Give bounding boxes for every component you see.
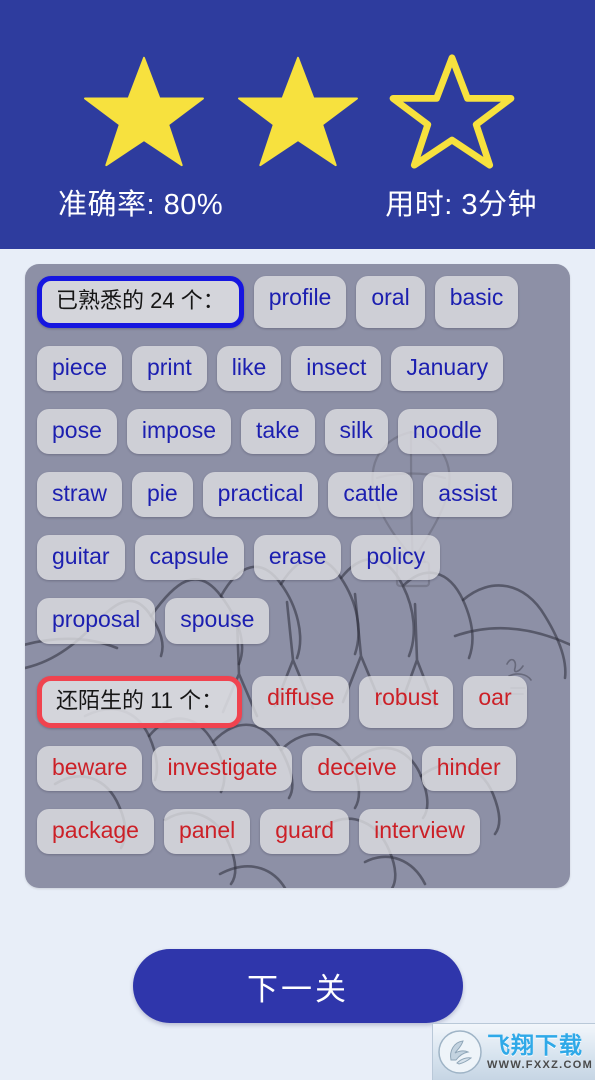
word-chip[interactable]: assist xyxy=(423,472,513,518)
result-header: 准确率: 80% 用时: 3分钟 xyxy=(0,0,595,249)
star-rating xyxy=(0,52,595,170)
word-chip[interactable]: capsule xyxy=(134,535,244,581)
word-chip[interactable]: take xyxy=(241,409,315,455)
star-filled-icon xyxy=(237,56,358,167)
word-chip[interactable]: guitar xyxy=(37,535,125,581)
word-chip[interactable]: proposal xyxy=(37,598,156,644)
word-chip[interactable]: pie xyxy=(131,472,193,518)
word-chip[interactable]: spouse xyxy=(165,598,270,644)
words-panel: 已熟悉的 24 个： profile oral basic piece print like… xyxy=(25,264,570,888)
word-chip[interactable]: robust xyxy=(359,675,454,728)
row-break xyxy=(37,653,560,667)
watermark-title: 飞翔下载 xyxy=(487,1031,583,1058)
watermark-url: WWW.FXXZ.COM xyxy=(487,1058,594,1071)
word-chip[interactable]: interview xyxy=(359,808,480,854)
word-chip[interactable]: basic xyxy=(434,276,519,328)
word-chip[interactable]: practical xyxy=(202,472,319,518)
word-chip[interactable]: deceive xyxy=(302,745,412,791)
word-chip[interactable]: policy xyxy=(351,535,441,581)
word-chip[interactable]: noodle xyxy=(397,409,497,455)
star-filled-icon xyxy=(83,56,204,167)
time-stat: 用时: 3分钟 xyxy=(385,189,537,221)
word-chip[interactable]: cattle xyxy=(328,472,414,518)
word-chip[interactable]: investigate xyxy=(152,745,293,791)
accuracy-stat: 准确率: 80% xyxy=(58,189,224,221)
word-chip[interactable]: package xyxy=(37,808,154,854)
word-chip[interactable]: beware xyxy=(37,745,143,791)
word-chip[interactable]: insect xyxy=(291,345,382,392)
word-chip[interactable]: oral xyxy=(356,276,425,328)
word-chip[interactable]: like xyxy=(216,345,282,392)
word-chip[interactable]: impose xyxy=(126,409,232,455)
word-chip[interactable]: hinder xyxy=(421,745,516,791)
star-empty-icon xyxy=(389,54,514,169)
site-watermark: 飞翔下载 WWW.FXXZ.COM xyxy=(432,1023,595,1080)
unknown-words-label: 还陌生的 11 个： xyxy=(37,675,243,728)
word-chip[interactable]: guard xyxy=(260,808,350,854)
watermark-text: 飞翔下载 WWW.FXXZ.COM xyxy=(487,1031,594,1071)
word-chip[interactable]: oar xyxy=(463,675,527,728)
next-level-button[interactable]: 下一关 xyxy=(133,949,463,1023)
word-chip[interactable]: January xyxy=(391,345,504,392)
word-chip[interactable]: piece xyxy=(37,345,122,392)
word-chip[interactable]: pose xyxy=(37,409,117,455)
word-chip[interactable]: silk xyxy=(324,409,388,455)
word-chip[interactable]: erase xyxy=(253,535,342,581)
word-chip[interactable]: diffuse xyxy=(252,675,350,728)
word-chip[interactable]: straw xyxy=(37,472,122,518)
word-chip[interactable]: print xyxy=(131,345,207,392)
word-chip[interactable]: profile xyxy=(253,276,347,328)
known-words-label: 已熟悉的 24 个： xyxy=(37,276,244,328)
watermark-logo-icon xyxy=(438,1030,482,1074)
word-chip[interactable]: panel xyxy=(163,808,251,854)
stats-row: 准确率: 80% 用时: 3分钟 xyxy=(0,188,595,223)
word-chip-list: 已熟悉的 24 个： profile oral basic piece print like… xyxy=(25,264,570,864)
